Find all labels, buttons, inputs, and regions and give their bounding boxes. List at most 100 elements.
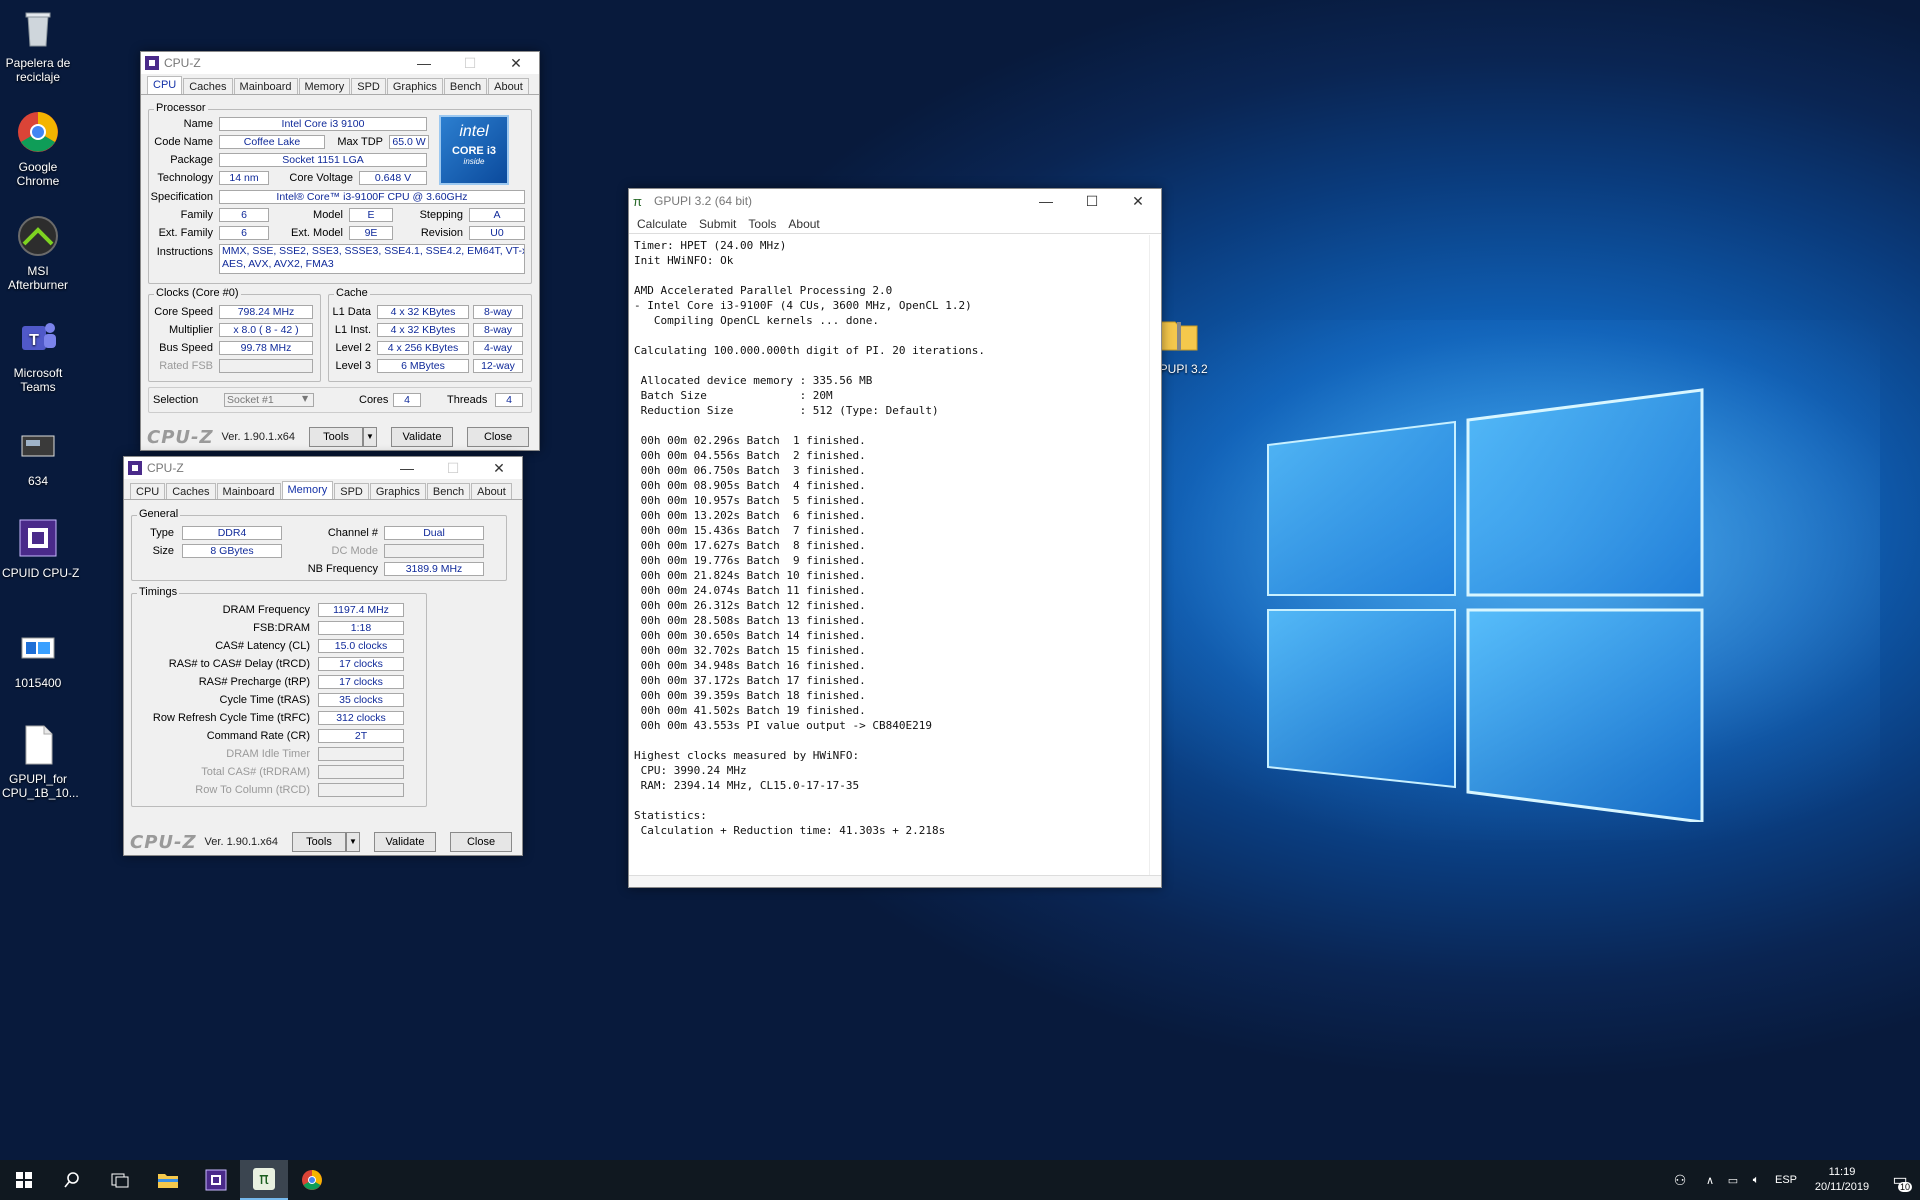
timing-value: 1197.4 MHz — [318, 603, 404, 617]
cpuz-cpu-window[interactable]: CPU-Z — ☐ ✕ CPU Caches Mainboard Memory … — [140, 51, 540, 451]
taskbar-chrome[interactable] — [288, 1160, 336, 1200]
window-title: GPUPI 3.2 (64 bit) — [654, 194, 753, 208]
group-label: Clocks (Core #0) — [154, 287, 241, 299]
processor-group: Processor Name Intel Core i3 9100 Code N… — [148, 102, 532, 284]
cpuz-icon — [145, 56, 159, 70]
close-button[interactable]: ✕ — [476, 460, 522, 477]
corevoltage-value: 0.648 V — [359, 171, 427, 185]
close-window-button[interactable]: Close — [450, 832, 512, 852]
extmodel-value: 9E — [349, 226, 393, 240]
maximize-button[interactable]: ☐ — [1069, 193, 1115, 210]
tab-caches[interactable]: Caches — [183, 78, 233, 94]
logo-brand: intel — [459, 123, 489, 140]
gpupi-window[interactable]: π GPUPI 3.2 (64 bit) — ☐ ✕ Calculate Sub… — [628, 188, 1162, 888]
cache-l1d-label: L1 Data — [332, 306, 371, 318]
show-hidden-icons-button[interactable]: ∧ — [1698, 1174, 1722, 1187]
multiplier-value: x 8.0 ( 8 - 42 ) — [219, 323, 313, 337]
desktop-icon-cpuz[interactable]: CPUID CPU-Z — [2, 516, 79, 580]
volume-icon[interactable]: 🔈︎ — [1744, 1174, 1768, 1187]
tab-bench[interactable]: Bench — [443, 78, 488, 94]
tab-spd[interactable]: SPD — [351, 78, 386, 94]
start-icon — [16, 1172, 32, 1188]
validate-button[interactable]: Validate — [391, 427, 453, 447]
tools-dropdown-button[interactable]: ▼ — [346, 832, 360, 852]
tab-memory[interactable]: Memory — [298, 78, 351, 94]
validate-button[interactable]: Validate — [374, 832, 436, 852]
desktop-icon-chrome[interactable]: Google Chrome — [2, 110, 74, 188]
horizontal-scrollbar[interactable] — [629, 875, 1161, 887]
tab-cpu[interactable]: CPU — [130, 483, 166, 499]
tab-memory[interactable]: Memory — [281, 481, 334, 499]
desktop-icon-gpupi-doc[interactable]: GPUPI_for CPU_1B_10... — [2, 722, 79, 800]
desktop-icon-label: Papelera de reciclaje — [5, 56, 71, 84]
cpuz-memory-window[interactable]: CPU-Z — ☐ ✕ CPU Caches Mainboard Memory … — [123, 456, 523, 856]
instructions-label: Instructions — [156, 246, 213, 258]
file-explorer-icon — [158, 1174, 178, 1188]
tab-about[interactable]: About — [488, 78, 529, 94]
technology-value: 14 nm — [219, 171, 269, 185]
minimize-button[interactable]: — — [384, 460, 430, 476]
output-log[interactable]: Timer: HPET (24.00 MHz) Init HWiNFO: Ok … — [629, 233, 1161, 875]
task-view-button[interactable] — [96, 1160, 144, 1200]
close-button[interactable]: ✕ — [493, 55, 539, 72]
title-bar[interactable]: CPU-Z — ☐ ✕ — [141, 52, 539, 74]
notification-count: 10 — [1897, 1182, 1912, 1192]
extfamily-label: Ext. Family — [158, 227, 213, 239]
search-button[interactable] — [48, 1160, 96, 1200]
minimize-button[interactable]: — — [401, 55, 447, 71]
people-icon[interactable]: ⚇ — [1662, 1172, 1698, 1189]
tab-caches[interactable]: Caches — [166, 483, 216, 499]
corevoltage-label: Core Voltage — [289, 172, 353, 184]
tab-cpu[interactable]: CPU — [147, 76, 183, 94]
cache-l2-way: 4-way — [473, 341, 523, 355]
clock[interactable]: 11:19 20/11/2019 — [1804, 1165, 1880, 1195]
model-label: Model — [313, 209, 343, 221]
cache-l3-size: 6 MBytes — [377, 359, 469, 373]
close-button[interactable]: ✕ — [1115, 193, 1161, 210]
corespeed-value: 798.24 MHz — [219, 305, 313, 319]
title-bar[interactable]: π GPUPI 3.2 (64 bit) — ☐ ✕ — [629, 189, 1161, 213]
tools-dropdown-button[interactable]: ▼ — [363, 427, 377, 447]
desktop-icon-1015400[interactable]: 1015400 — [2, 626, 74, 690]
desktop-icon-634[interactable]: 634 — [2, 424, 74, 488]
desktop-icon-teams[interactable]: T Microsoft Teams — [2, 316, 74, 394]
network-icon[interactable]: ▭ — [1722, 1174, 1744, 1187]
chrome-icon — [302, 1170, 322, 1190]
title-bar[interactable]: CPU-Z — ☐ ✕ — [124, 457, 522, 479]
start-button[interactable] — [0, 1160, 48, 1200]
taskbar-gpupi[interactable]: π — [240, 1160, 288, 1200]
cpuz-logo: CPU-Z — [147, 426, 214, 448]
menu-submit[interactable]: Submit — [693, 217, 742, 231]
menu-about[interactable]: About — [782, 217, 825, 231]
image-file-icon — [21, 637, 55, 659]
taskbar-file-explorer[interactable] — [144, 1160, 192, 1200]
desktop-icon-afterburner[interactable]: MSI Afterburner — [2, 214, 74, 292]
desktop-icon-label: Google Chrome — [16, 160, 60, 188]
language-indicator[interactable]: ESP — [1768, 1174, 1804, 1186]
tab-graphics[interactable]: Graphics — [369, 483, 426, 499]
selection-dropdown[interactable]: Socket #1 — [224, 393, 314, 407]
cpuz-icon — [205, 1169, 227, 1191]
taskbar-cpuz[interactable] — [192, 1160, 240, 1200]
image-file-icon — [21, 435, 55, 457]
group-label: Cache — [334, 287, 370, 299]
timing-label: FSB:DRAM — [253, 622, 310, 634]
tools-button[interactable]: Tools — [309, 427, 363, 447]
minimize-button[interactable]: — — [1023, 193, 1069, 209]
menu-calculate[interactable]: Calculate — [631, 217, 693, 231]
action-center-button[interactable]: ▭ 10 — [1880, 1170, 1920, 1192]
footer: CPU-Z Ver. 1.90.1.x64 Tools ▼ Validate C… — [141, 424, 539, 450]
timing-label: RAS# Precharge (tRP) — [198, 676, 310, 688]
size-label: Size — [152, 545, 174, 557]
menu-tools[interactable]: Tools — [742, 217, 782, 231]
tab-mainboard[interactable]: Mainboard — [233, 78, 298, 94]
tab-bench[interactable]: Bench — [426, 483, 471, 499]
tools-button[interactable]: Tools — [292, 832, 346, 852]
close-window-button[interactable]: Close — [467, 427, 529, 447]
vertical-scrollbar[interactable] — [1149, 235, 1161, 875]
tab-spd[interactable]: SPD — [334, 483, 369, 499]
tab-about[interactable]: About — [471, 483, 512, 499]
desktop-icon-recycle-bin[interactable]: Papelera de reciclaje — [2, 6, 74, 84]
tab-graphics[interactable]: Graphics — [386, 78, 443, 94]
tab-mainboard[interactable]: Mainboard — [216, 483, 281, 499]
